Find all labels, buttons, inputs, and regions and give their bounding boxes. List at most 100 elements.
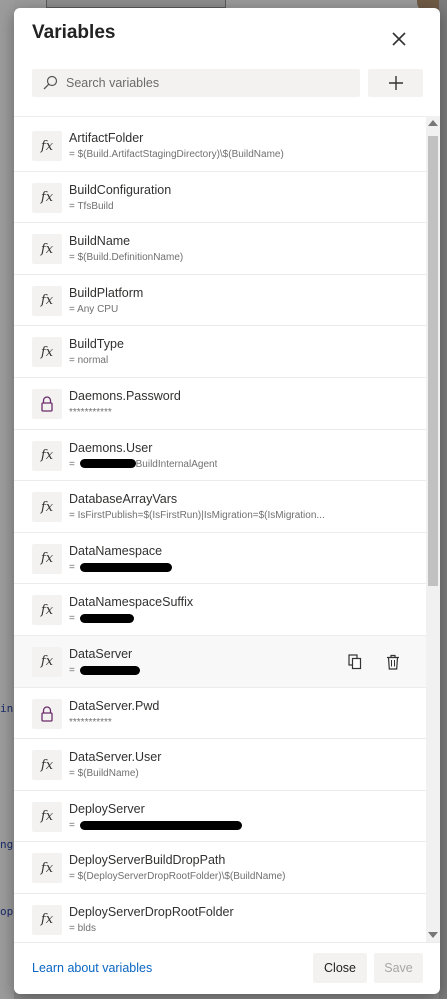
- variable-row[interactable]: fx DataNamespace =: [14, 533, 426, 585]
- redaction-mark: [79, 820, 242, 830]
- background-right-panel: [439, 0, 447, 999]
- variable-name: DataServer.Pwd: [69, 698, 160, 713]
- fx-icon: fx: [32, 285, 62, 316]
- copy-icon: [348, 654, 362, 670]
- variables-dialog: Variables fx ArtifactFolder = $(Build.Ar…: [14, 8, 440, 994]
- fx-icon: fx: [32, 543, 62, 574]
- delete-variable-button[interactable]: [384, 653, 402, 671]
- background-text-fragment: ng: [0, 838, 14, 851]
- variable-row[interactable]: fx DatabaseArrayVars = IsFirstPublish=$(…: [14, 481, 426, 533]
- variable-row[interactable]: fx Daemons.User = BuildInternalAgent: [14, 430, 426, 482]
- save-button[interactable]: Save: [374, 953, 423, 983]
- variable-value: = TfsBuild: [69, 200, 114, 212]
- trash-icon: [387, 654, 399, 670]
- search-box: [32, 69, 360, 97]
- variable-row[interactable]: fx DeployServer =: [14, 791, 426, 843]
- variable-row[interactable]: fx BuildName = $(Build.DefinitionName): [14, 223, 426, 275]
- fx-icon: fx: [32, 337, 62, 368]
- variable-list: fx ArtifactFolder = $(Build.ArtifactStag…: [14, 120, 426, 943]
- fx-icon: fx: [32, 131, 62, 161]
- plus-icon: [388, 76, 403, 90]
- fx-icon: fx: [32, 646, 62, 677]
- lock-icon: [32, 698, 62, 729]
- list-scrollbar[interactable]: [426, 116, 440, 942]
- variable-value: = normal: [69, 355, 109, 367]
- redaction-mark: [79, 614, 134, 624]
- close-icon: [392, 32, 406, 46]
- variable-name: DeployServer: [69, 801, 145, 816]
- fx-icon: fx: [32, 492, 62, 523]
- value-suffix: BuildInternalAgent: [135, 458, 218, 470]
- variable-row[interactable]: fx BuildPlatform = Any CPU: [14, 275, 426, 327]
- variable-row[interactable]: fx BuildConfiguration = TfsBuild: [14, 172, 426, 224]
- variable-row[interactable]: DataServer.Pwd ***********: [14, 688, 426, 740]
- fx-icon: fx: [32, 595, 62, 626]
- variable-name: Daemons.User: [69, 440, 153, 455]
- variable-name: DeployServerDropRootFolder: [69, 904, 234, 919]
- dialog-footer: Learn about variables Close Save: [14, 942, 440, 994]
- fx-icon: fx: [32, 182, 62, 213]
- variable-value: =: [69, 665, 140, 676]
- redaction-mark: [79, 665, 140, 675]
- variable-name: ArtifactFolder: [69, 131, 144, 145]
- fx-icon: fx: [32, 234, 62, 265]
- variable-name: DeployServerBuildDropPath: [69, 853, 226, 868]
- variable-name: DataServer: [69, 646, 133, 661]
- variable-value: = $(BuildName): [69, 768, 139, 780]
- fx-icon: fx: [32, 750, 62, 781]
- variable-value: =: [69, 613, 134, 624]
- variable-name: BuildConfiguration: [69, 182, 172, 197]
- background-tab: [46, 0, 226, 8]
- dialog-title: Variables: [32, 22, 116, 43]
- value-prefix: =: [69, 819, 78, 831]
- variable-name: DataServer.User: [69, 750, 162, 765]
- variable-value: =: [69, 562, 172, 573]
- variable-row[interactable]: Daemons.Password ***********: [14, 378, 426, 430]
- variable-value: ***********: [69, 406, 112, 418]
- fx-icon: fx: [32, 904, 62, 935]
- value-prefix: =: [69, 664, 78, 676]
- variable-row[interactable]: fx ArtifactFolder = $(Build.ArtifactStag…: [14, 120, 426, 172]
- fx-icon: fx: [32, 853, 62, 884]
- variable-value: = $(Build.DefinitionName): [69, 252, 184, 264]
- variable-row[interactable]: fx DataNamespaceSuffix =: [14, 584, 426, 636]
- scroll-down-icon[interactable]: [428, 932, 438, 938]
- variable-row[interactable]: fx DeployServerDropRootFolder = blds: [14, 894, 426, 943]
- variable-row[interactable]: fx DeployServerBuildDropPath = $(DeployS…: [14, 842, 426, 894]
- row-actions: [346, 653, 402, 671]
- scrollbar-thumb[interactable]: [428, 136, 438, 586]
- variable-value: = $(DeployServerDropRootFolder)\$(BuildN…: [69, 871, 286, 883]
- learn-about-variables-link[interactable]: Learn about variables: [32, 961, 152, 975]
- search-input[interactable]: [64, 75, 358, 91]
- variable-name: BuildName: [69, 234, 131, 249]
- search-icon: [43, 75, 58, 90]
- close-dialog-button[interactable]: [384, 24, 414, 54]
- fx-icon: fx: [32, 801, 62, 832]
- variable-list-container: fx ArtifactFolder = $(Build.ArtifactStag…: [14, 116, 440, 943]
- add-variable-button[interactable]: [368, 69, 423, 97]
- variable-name: DataNamespaceSuffix: [69, 595, 194, 610]
- value-prefix: =: [69, 613, 78, 625]
- redaction-mark: [79, 459, 136, 469]
- lock-icon: [32, 388, 62, 419]
- variable-value: = $(Build.ArtifactStagingDirectory)\$(Bu…: [69, 149, 284, 160]
- value-prefix: =: [69, 561, 78, 573]
- variable-value: = BuildInternalAgent: [69, 459, 217, 470]
- redaction-mark: [79, 562, 172, 572]
- variable-value: = Any CPU: [69, 303, 119, 315]
- variable-value: = blds: [69, 922, 96, 934]
- variable-value: =: [69, 820, 242, 831]
- variable-row[interactable]: fx DataServer.User = $(BuildName): [14, 739, 426, 791]
- variable-name: Daemons.Password: [69, 388, 181, 403]
- variable-name: BuildType: [69, 337, 124, 352]
- variable-name: BuildPlatform: [69, 285, 144, 300]
- variable-value: = IsFirstPublish=$(IsFirstRun)|IsMigrati…: [69, 510, 325, 522]
- close-button[interactable]: Close: [313, 953, 367, 983]
- scroll-up-icon[interactable]: [428, 120, 438, 126]
- variable-name: DataNamespace: [69, 543, 163, 558]
- variable-row[interactable]: fx DataServer =: [14, 635, 426, 688]
- fx-icon: fx: [32, 440, 62, 471]
- value-prefix: =: [69, 458, 78, 470]
- clone-variable-button[interactable]: [346, 653, 364, 671]
- variable-row[interactable]: fx BuildType = normal: [14, 326, 426, 378]
